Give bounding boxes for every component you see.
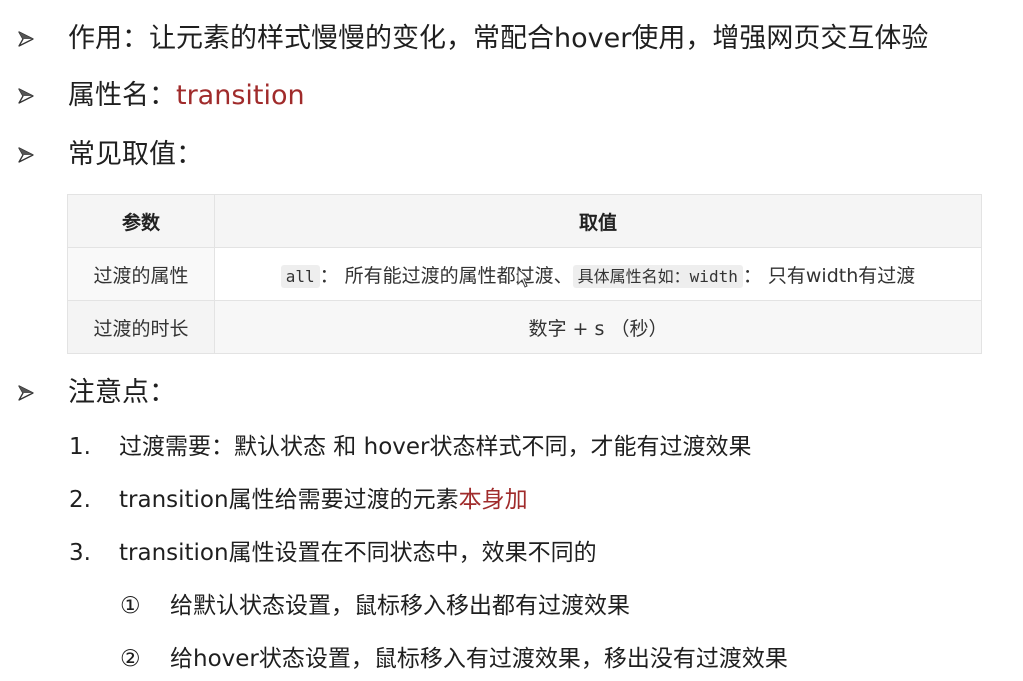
purpose-text: 作用：让元素的样式慢慢的变化，常配合hover使用，增强网页交互体验 [68, 23, 929, 54]
notes-heading: 注意点： [68, 377, 176, 408]
list-item-text: transition属性设置在不同状态中，效果不同的 [119, 540, 597, 566]
value-text-all: ： 所有能过渡的属性都过渡、 [319, 264, 573, 287]
row-value-property: all： 所有能过渡的属性都过渡、 具体属性名如：width： 只有width有过… [214, 247, 982, 301]
code-all: all [280, 264, 320, 288]
bullet-common-values: 常见取值： [18, 138, 203, 172]
circled-number: ② [120, 646, 141, 672]
list-item: 1. 过渡需要：默认状态 和 hover状态样式不同，才能有过渡效果 [69, 432, 752, 462]
sub-list-item: ② 给hover状态设置，鼠标移入有过渡效果，移出没有过渡效果 [120, 644, 788, 674]
bullet-purpose: 作用：让元素的样式慢慢的变化，常配合hover使用，增强网页交互体验 [18, 22, 928, 56]
table-row: 过渡的时长 数字 + s （秒） [67, 300, 982, 354]
arrowhead-bullet-icon [18, 88, 34, 104]
sub-list-item-text: 给hover状态设置，鼠标移入有过渡效果，移出没有过渡效果 [170, 646, 788, 672]
list-item-text-accent: 本身加 [458, 487, 528, 513]
code-specific-property: 具体属性名如：width [572, 264, 743, 288]
header-param: 参数 [67, 194, 215, 248]
table-header-row: 参数 取值 [67, 194, 982, 248]
list-item-text-main: transition属性给需要过渡的元素 [119, 487, 459, 513]
list-item-text: 过渡需要：默认状态 和 hover状态样式不同，才能有过渡效果 [119, 434, 752, 460]
bullet-notes: 注意点： [18, 376, 176, 410]
value-text-specific: ： 只有width有过渡 [742, 264, 916, 287]
arrowhead-bullet-icon [18, 147, 34, 163]
arrowhead-bullet-icon [18, 31, 34, 47]
list-item: 3. transition属性设置在不同状态中，效果不同的 [69, 538, 597, 568]
list-item-text: transition属性给需要过渡的元素本身加 [119, 485, 528, 515]
circled-number: ① [120, 593, 141, 619]
mouse-pointer-icon [517, 268, 531, 288]
header-value: 取值 [214, 194, 982, 248]
list-number: 1. [69, 434, 91, 460]
list-item: 2. transition属性给需要过渡的元素本身加 [69, 485, 528, 515]
list-number: 2. [69, 487, 91, 513]
common-values-heading: 常见取值： [68, 139, 203, 170]
list-number: 3. [69, 540, 91, 566]
property-label: 属性名： [68, 80, 176, 111]
sub-list-item-text: 给默认状态设置，鼠标移入移出都有过渡效果 [170, 593, 630, 619]
row-value-duration: 数字 + s （秒） [214, 300, 982, 354]
property-name: transition [176, 80, 305, 111]
bullet-property-name: 属性名： transition [18, 79, 305, 113]
row-param-property: 过渡的属性 [67, 247, 215, 301]
sub-list-item: ① 给默认状态设置，鼠标移入移出都有过渡效果 [120, 591, 630, 621]
row-param-duration: 过渡的时长 [67, 300, 215, 354]
arrowhead-bullet-icon [18, 385, 34, 401]
